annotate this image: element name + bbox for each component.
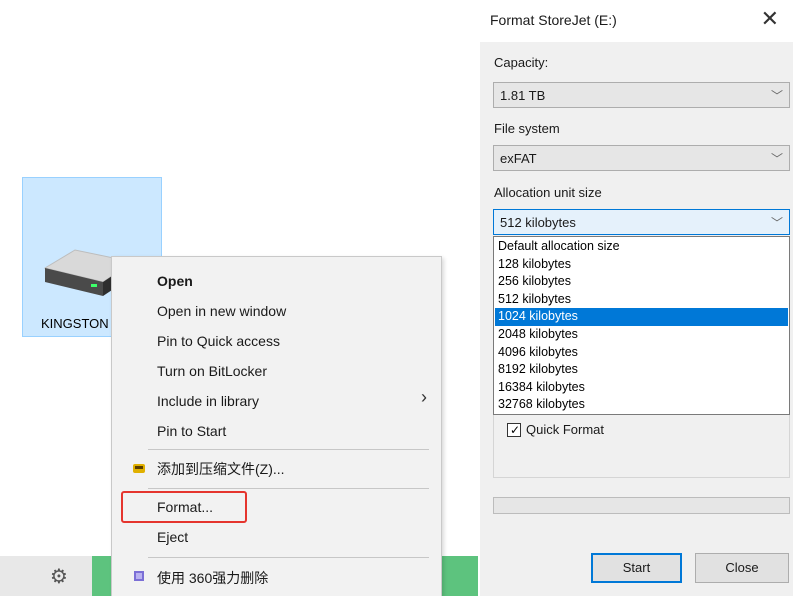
dropdown-option[interactable]: 128 kilobytes [495, 256, 788, 274]
alloc-label: Allocation unit size [494, 185, 602, 200]
dropdown-option[interactable]: 512 kilobytes [495, 291, 788, 309]
menu-item-eject[interactable]: Eject [157, 529, 188, 545]
chevron-down-icon: ﹀ [770, 89, 783, 103]
gear-icon[interactable]: ⚙ [50, 564, 68, 589]
close-icon[interactable]: ✕ [761, 6, 779, 32]
checkmark-icon: ✓ [510, 423, 521, 437]
chevron-down-icon: ﹀ [770, 216, 783, 230]
dropdown-option[interactable]: 2048 kilobytes [495, 326, 788, 344]
dropdown-option[interactable]: 256 kilobytes [495, 273, 788, 291]
start-button[interactable]: Start [591, 553, 682, 583]
format-dialog: Format StoreJet (E:) ✕ Capacity: 1.81 TB… [480, 0, 793, 596]
capacity-label: Capacity: [494, 55, 549, 70]
menu-separator [148, 557, 429, 558]
chevron-right-icon: › [421, 387, 427, 407]
dialog-title: Format StoreJet (E:) [490, 12, 617, 28]
alloc-select[interactable]: 512 kilobytes ﹀ [493, 209, 790, 235]
menu-item-format[interactable]: Format... [157, 499, 213, 515]
menu-item-include-library[interactable]: Include in library [157, 393, 259, 409]
alloc-value: 512 kilobytes [500, 215, 576, 230]
dropdown-option[interactable]: 32768 kilobytes [495, 396, 788, 414]
dropdown-option-selected[interactable]: 1024 kilobytes [495, 308, 788, 326]
context-menu: Open Open in new window Pin to Quick acc… [111, 256, 442, 596]
menu-item-pin-quick-access[interactable]: Pin to Quick access [157, 333, 280, 349]
dialog-title-bar: Format StoreJet (E:) ✕ [480, 0, 793, 42]
chevron-down-icon: ﹀ [770, 152, 783, 166]
format-progress-bar [493, 497, 790, 514]
filesystem-value: exFAT [500, 151, 537, 166]
menu-item-360-delete[interactable]: 使用 360强力删除 [157, 568, 268, 588]
menu-item-pin-start[interactable]: Pin to Start [157, 423, 226, 439]
menu-item-open[interactable]: Open [157, 273, 193, 289]
alloc-dropdown-list: Default allocation size 128 kilobytes 25… [493, 236, 790, 415]
file-explorer-pane: KINGSTON ⚙ Open Open in new window Pin t… [0, 0, 478, 596]
quick-format-label: Quick Format [526, 422, 605, 437]
dropdown-option[interactable]: 8192 kilobytes [495, 361, 788, 379]
format-options-group [493, 410, 790, 478]
quick-format-checkbox[interactable]: ✓ [507, 423, 521, 437]
archive-icon [133, 464, 145, 473]
dropdown-option[interactable]: 16384 kilobytes [495, 379, 788, 397]
capacity-select[interactable]: 1.81 TB ﹀ [493, 82, 790, 108]
shred-icon [134, 571, 144, 581]
dropdown-option[interactable]: 4096 kilobytes [495, 344, 788, 362]
close-button[interactable]: Close [695, 553, 789, 583]
menu-separator [148, 488, 429, 489]
menu-item-add-to-archive[interactable]: 添加到压缩文件(Z)... [157, 459, 285, 479]
capacity-value: 1.81 TB [500, 88, 546, 103]
menu-item-open-new-window[interactable]: Open in new window [157, 303, 286, 319]
dropdown-option[interactable]: Default allocation size [495, 238, 788, 256]
menu-item-bitlocker[interactable]: Turn on BitLocker [157, 363, 267, 379]
filesystem-select[interactable]: exFAT ﹀ [493, 145, 790, 171]
menu-separator [148, 449, 429, 450]
filesystem-label: File system [494, 121, 560, 136]
drive-label: KINGSTON [41, 316, 109, 331]
